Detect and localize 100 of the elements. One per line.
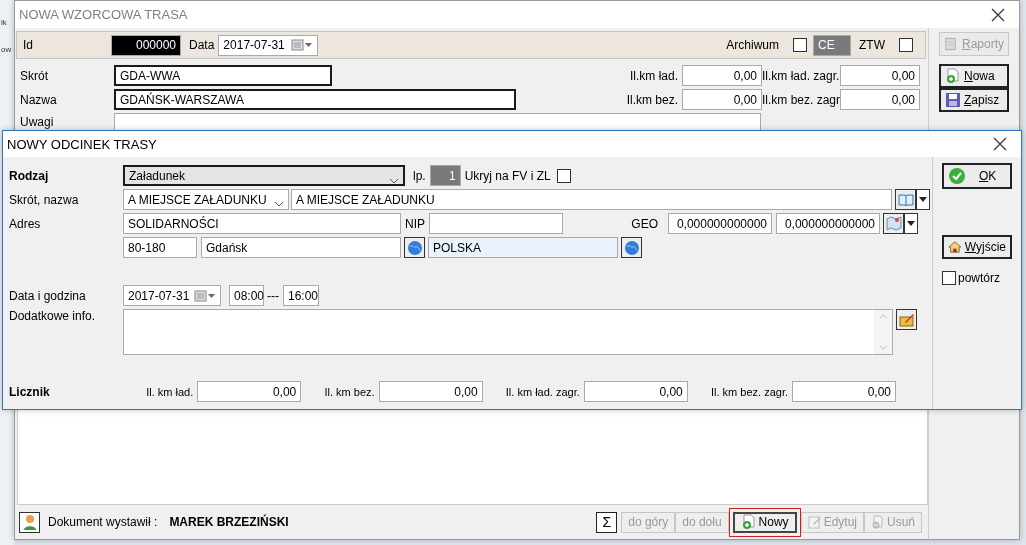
date-picker[interactable]: 2017-07-31: [123, 285, 221, 306]
side-button[interactable]: Zapisz: [939, 88, 1009, 112]
window-title: NOWA WZORCOWA TRASA: [19, 7, 188, 22]
scroll-up-icon: [878, 314, 888, 319]
field-label: Nazwa: [20, 92, 58, 107]
distance-label: Il.km ład. zagr.: [762, 68, 840, 83]
author-name: MAREK BRZEZIŃSKI: [169, 515, 290, 529]
field-label: Uwagi: [20, 114, 55, 129]
archive-label: Archiwum: [726, 38, 780, 52]
counter-field[interactable]: 0,00: [197, 381, 302, 402]
distance-label: Il.km ład.: [629, 68, 679, 83]
date-label: Data: [189, 38, 216, 52]
exit-button[interactable]: Wyjście: [942, 235, 1012, 259]
edit-icon: [807, 515, 822, 529]
type-dropdown[interactable]: Załadunek: [123, 165, 405, 186]
text-field[interactable]: GDAŃSK-WARSZAWA: [114, 89, 516, 110]
distance-field[interactable]: 0,00: [840, 89, 920, 110]
counter-item-label: Il. km ład. zagr.: [505, 385, 581, 398]
background-text: ow: [1, 45, 12, 54]
ztw-label: ZTW: [859, 38, 886, 52]
street-field[interactable]: SOLIDARNOŚCI: [123, 213, 401, 234]
lp-label: lp.: [413, 168, 427, 183]
id-field[interactable]: 000000: [111, 34, 181, 56]
save-icon: [945, 92, 961, 108]
globe-button[interactable]: [404, 237, 425, 258]
new-document-icon: [740, 514, 757, 530]
map-button[interactable]: [883, 213, 904, 234]
text-field[interactable]: GDA-WWA: [114, 65, 332, 86]
side-button[interactable]: Nowa: [939, 64, 1009, 88]
counter-field[interactable]: 0,00: [583, 381, 688, 402]
type-label: Rodzaj: [9, 168, 50, 183]
counter-field[interactable]: 0,00: [792, 381, 897, 402]
calendar-icon: [291, 39, 314, 51]
ok-button[interactable]: OK: [942, 163, 1012, 189]
caret-icon: [919, 197, 927, 202]
latitude-field[interactable]: 0,000000000000: [668, 213, 772, 234]
scroll-down-icon: [878, 345, 888, 350]
checkbox[interactable]: [793, 38, 807, 52]
caret-icon: [907, 221, 915, 226]
distance-field[interactable]: 0,00: [840, 65, 920, 86]
counter-field[interactable]: 0,00: [378, 381, 483, 402]
edit-button[interactable]: [896, 309, 917, 330]
map-icon: [885, 216, 902, 231]
counter-item-label: Il. km ład.: [146, 385, 195, 398]
hide-label: Ukryj na FV i ZL: [464, 168, 552, 183]
time-field[interactable]: 08:00: [229, 285, 264, 306]
globe-icon: [623, 239, 640, 256]
id-label: Id: [23, 38, 34, 52]
address-label: Adres: [9, 216, 42, 231]
counter-label: Licznik: [9, 384, 51, 399]
close-icon: [993, 137, 1007, 151]
field-label: Skrót: [20, 68, 49, 83]
info-label: Dodatkowe info.: [9, 309, 97, 323]
city-field[interactable]: Gdańsk: [201, 237, 401, 258]
dropdown-button[interactable]: [916, 189, 930, 210]
globe-button[interactable]: [621, 237, 642, 258]
chevron-down-icon: [389, 178, 399, 184]
book-icon: [897, 192, 914, 207]
remove-icon: [871, 515, 885, 529]
lp-field[interactable]: 1: [429, 165, 461, 186]
place-label: Skrót, nazwa: [9, 192, 80, 207]
address-book-button[interactable]: [895, 189, 916, 210]
time-separator: ---: [267, 288, 280, 303]
nip-label: NIP: [405, 216, 426, 231]
report-icon: [944, 36, 959, 52]
distance-label: Il.km bez. zagr.: [762, 92, 840, 107]
close-icon: [991, 7, 1005, 22]
checkbox[interactable]: [556, 168, 571, 183]
counter-item-label: Il. km bez. zagr.: [711, 385, 790, 398]
code-field[interactable]: CE: [813, 34, 851, 56]
sum-button[interactable]: Σ: [596, 511, 618, 533]
checkbox[interactable]: [942, 270, 956, 285]
calendar-icon: [194, 289, 216, 302]
chevron-down-icon: [274, 201, 284, 207]
check-icon: [948, 167, 966, 185]
place-dropdown[interactable]: A MIEJSCE ZAŁADUNKU: [123, 189, 289, 210]
distance-field[interactable]: 0,00: [682, 65, 762, 86]
edit-note-icon: [898, 312, 915, 327]
person-icon[interactable]: [19, 511, 40, 533]
dropdown-button[interactable]: [904, 213, 918, 234]
house-icon: [948, 239, 962, 255]
geo-label: GEO: [631, 216, 659, 231]
place-name-field[interactable]: A MIEJSCE ZAŁADUNKU: [291, 189, 892, 210]
longitude-field[interactable]: 0,000000000000: [776, 213, 880, 234]
checkbox[interactable]: [899, 38, 913, 52]
time-field[interactable]: 16:00: [283, 285, 319, 306]
counter-item-label: Il. km bez.: [324, 385, 376, 398]
new-document-icon: [945, 68, 961, 84]
nip-field[interactable]: [429, 213, 563, 234]
date-picker[interactable]: 2017-07-31: [218, 34, 319, 56]
distance-field[interactable]: 0,00: [682, 89, 762, 110]
country-field[interactable]: POLSKA: [428, 237, 618, 258]
globe-icon: [406, 239, 423, 256]
author-label: Dokument wystawił :: [48, 515, 159, 529]
postcode-field[interactable]: 80-180: [123, 237, 197, 258]
schedule-label: Data i godzina: [9, 288, 87, 303]
background-text: ik: [1, 18, 7, 27]
window-title: NOWY ODCINEK TRASY: [7, 136, 157, 152]
distance-label: Il.km bez.: [625, 92, 679, 107]
repeat-label: powtórz: [958, 270, 1002, 285]
